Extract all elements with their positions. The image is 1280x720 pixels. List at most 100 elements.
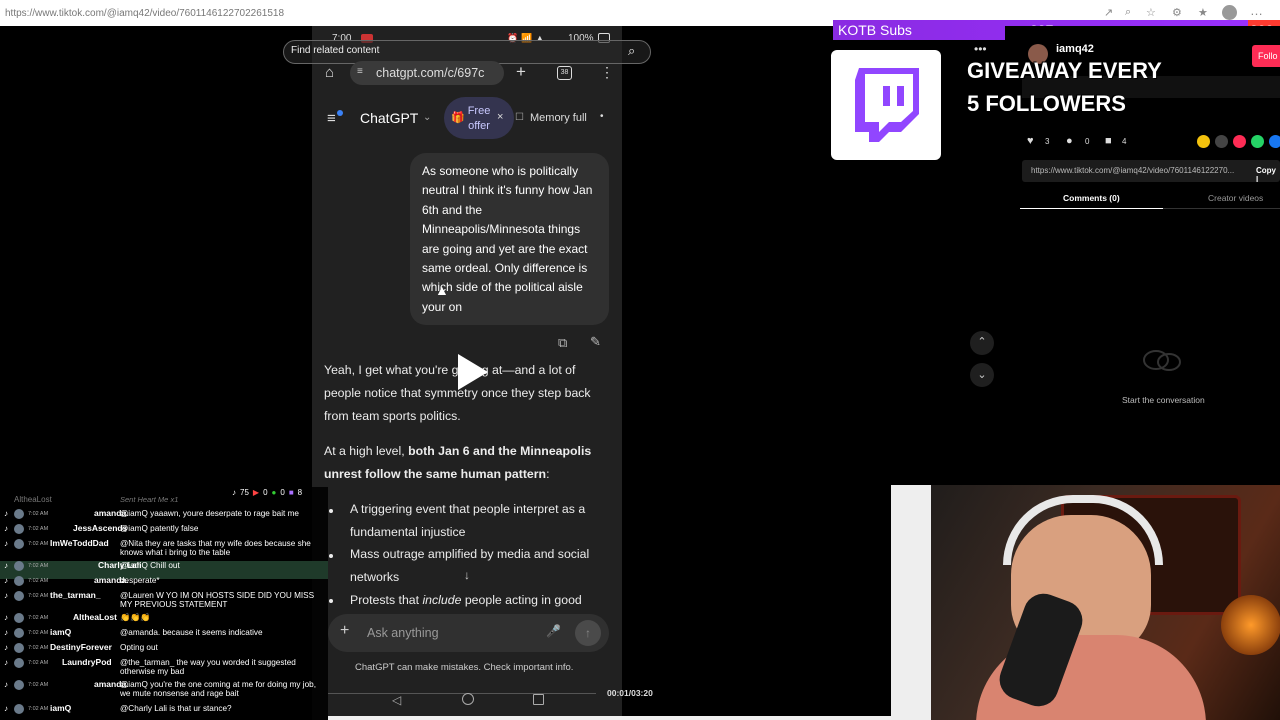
assistant-bullet-3: Protests that include people acting in g…	[350, 589, 610, 612]
next-video-button[interactable]: ⌄	[970, 363, 994, 387]
chevron-down-icon[interactable]: ⌄	[423, 112, 431, 123]
avatar	[14, 524, 24, 534]
more-options-icon[interactable]: •	[600, 111, 604, 122]
home-icon[interactable]: ⌂	[325, 64, 334, 81]
stream-screen: https://www.tiktok.com/@iamq42/video/760…	[0, 0, 1280, 720]
favorites-list-icon[interactable]: ★	[1198, 6, 1208, 19]
close-offer-icon[interactable]: ×	[497, 111, 503, 123]
share-gift-icon[interactable]	[1197, 135, 1210, 148]
search-icon[interactable]: ⌕	[628, 43, 635, 59]
like-icon[interactable]: ♥	[1027, 135, 1034, 147]
tab-comments[interactable]: Comments (0)	[1063, 193, 1120, 203]
chat-text: Opting out	[120, 643, 158, 652]
attach-icon[interactable]: +	[340, 622, 349, 640]
chat-header-message: Sent Heart Me x1	[120, 495, 179, 504]
chat-text: @iamQ Chill out	[120, 561, 180, 570]
chat-text: @the_tarman_ the way you worded it sugge…	[120, 658, 296, 676]
bullet-dot	[329, 599, 333, 603]
chat-text: @Nita they are tasks that my wife does b…	[120, 539, 311, 557]
tiktok-icon: ♪	[4, 658, 8, 667]
save-count: 4	[1122, 137, 1127, 146]
tiktok-icon: ♪	[4, 613, 8, 622]
free-offer-line2: offer	[468, 120, 490, 132]
avatar	[14, 628, 24, 638]
scroll-down-icon[interactable]: ↓	[459, 568, 475, 586]
chat-username: the_tarman_	[50, 590, 101, 600]
chat-time: 7:02 AM	[28, 660, 49, 666]
free-offer-line1: Free	[467, 105, 491, 117]
tab-divider	[1163, 208, 1280, 209]
profile-avatar[interactable]	[1222, 5, 1237, 20]
browser-url[interactable]: https://www.tiktok.com/@iamq42/video/760…	[5, 8, 284, 19]
microphone-icon[interactable]: 🎤	[546, 624, 561, 638]
bullet-dot	[329, 509, 333, 513]
tiktok-icon: ♪	[4, 643, 8, 652]
light-glow	[1221, 595, 1280, 655]
send-button[interactable]: ↑	[575, 620, 601, 646]
chat-message: ♪ 7:02 AM amanda. @iamQ you're the one comi…	[0, 680, 328, 699]
memory-icon: ☐	[515, 112, 524, 123]
more-menu-icon[interactable]: …	[1250, 3, 1263, 18]
wall-panel	[891, 485, 931, 720]
open-external-icon[interactable]: ↗	[1104, 6, 1113, 19]
avatar	[14, 576, 24, 586]
tiktok-icon: ♪	[4, 539, 8, 548]
comment-count: 0	[1085, 137, 1090, 146]
model-selector[interactable]: ChatGPT	[360, 110, 418, 126]
new-tab-icon[interactable]: +	[516, 62, 526, 82]
chat-stats: ♪ 75 ▶ 0 ● 0 ■ 8	[232, 488, 302, 497]
user-message-bubble: As someone who is politically neutral I …	[410, 153, 609, 325]
video-timestamp: 00:01/03:20	[607, 688, 653, 698]
copy-link-button[interactable]: Copy l	[1256, 166, 1280, 184]
embed-icon[interactable]	[1215, 135, 1228, 148]
previous-video-button[interactable]: ⌃	[970, 331, 994, 355]
chat-time: 7:02 AM	[28, 511, 49, 517]
video-progress-track[interactable]	[328, 693, 596, 694]
chat-username: LaundryPod	[62, 657, 112, 667]
home-nav-icon[interactable]	[462, 693, 474, 705]
comment-icon[interactable]: ●	[1066, 135, 1073, 147]
send-friend-icon[interactable]	[1233, 135, 1246, 148]
chat-username: ImWeToddDad	[50, 538, 109, 548]
tab-creator-videos[interactable]: Creator videos	[1208, 193, 1263, 203]
chat-time: 7:02 AM	[28, 615, 49, 621]
bookmark-icon[interactable]: ■	[1105, 135, 1112, 147]
para2-suffix: :	[546, 466, 550, 481]
follow-button[interactable]: Follo	[1252, 45, 1280, 67]
play-icon[interactable]	[452, 352, 492, 392]
recents-nav-icon[interactable]	[533, 694, 544, 705]
chat-text: @iamQ patently false	[120, 524, 199, 533]
tiktok-icon: ♪	[4, 561, 8, 570]
creator-username[interactable]: iamq42	[1056, 43, 1094, 55]
edit-icon[interactable]: ✎	[590, 334, 601, 350]
chat-text: @Lauren W YO IM ON HOSTS SIDE DID YOU MI…	[120, 591, 315, 609]
composer-placeholder[interactable]: Ask anything	[367, 626, 439, 640]
phone-menu-icon[interactable]: ⋮	[600, 64, 614, 81]
tiktok-icon: ♪	[4, 524, 8, 533]
free-offer-label: Free offer	[466, 104, 492, 134]
back-nav-icon[interactable]: ◁	[392, 693, 401, 707]
whatsapp-icon[interactable]	[1251, 135, 1264, 148]
twitch-count: 8	[297, 488, 303, 497]
chat-username: iamQ	[50, 703, 72, 713]
assistant-bullet-1: A triggering event that people interpret…	[350, 502, 586, 539]
facebook-icon[interactable]	[1269, 135, 1280, 148]
more-options-icon[interactable]: •••	[974, 42, 987, 56]
para2-prefix: At a high level,	[324, 444, 409, 458]
kick-icon: ●	[271, 488, 277, 497]
extensions-icon[interactable]: ⚙	[1172, 6, 1182, 19]
avatar	[14, 658, 24, 668]
tab-count[interactable]: 38	[557, 66, 572, 80]
memory-status[interactable]: Memory full	[530, 112, 587, 124]
phone-url[interactable]: chatgpt.com/c/697c	[376, 66, 484, 80]
tiktok-icon: ♪	[232, 488, 236, 497]
zoom-icon[interactable]: ⌕	[1125, 6, 1131, 19]
favorite-star-icon[interactable]: ☆	[1146, 6, 1156, 19]
copy-icon[interactable]: ⧉	[558, 335, 567, 351]
sidebar-menu-icon[interactable]: ≡	[327, 110, 336, 127]
avatar	[14, 680, 24, 690]
chat-message: ♪ 7:02 AM ImWeToddDad @Nita they are tasks …	[0, 538, 328, 558]
bullet3-suffix: people acting in good	[461, 593, 582, 607]
chat-time: 7:02 AM	[28, 563, 49, 569]
site-settings-icon[interactable]: ≡	[357, 66, 363, 77]
